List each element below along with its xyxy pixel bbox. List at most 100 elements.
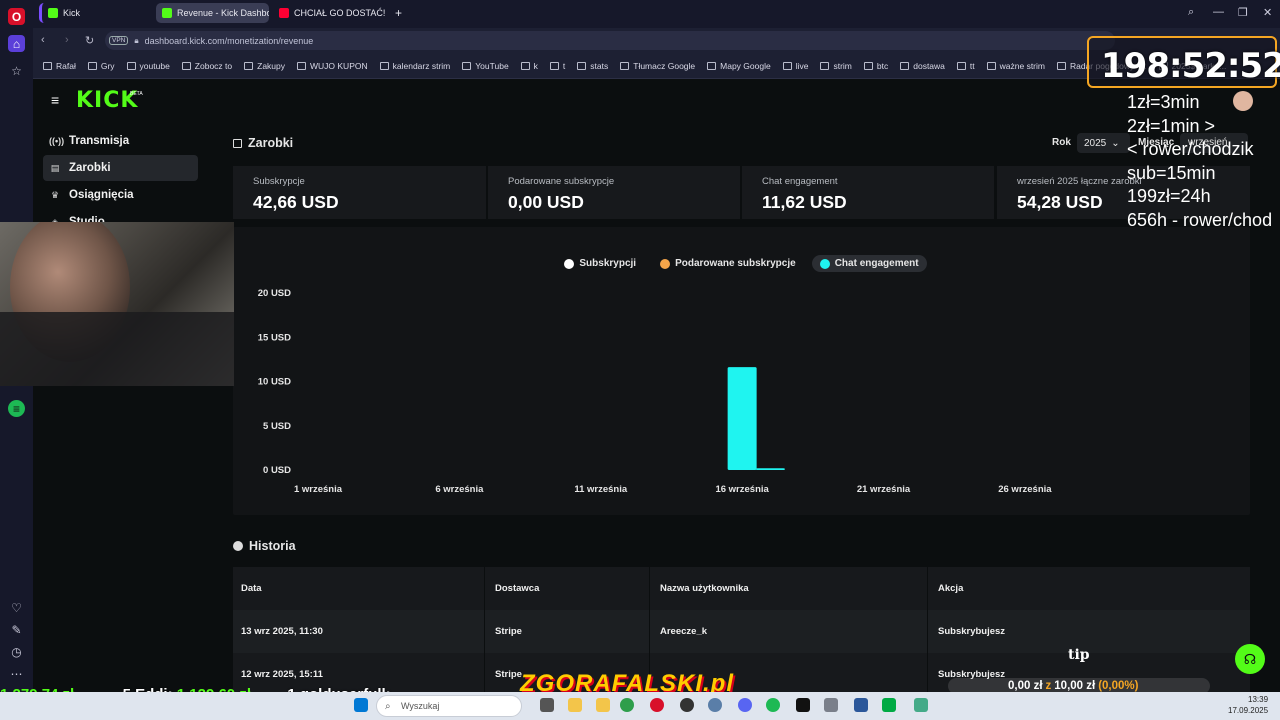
sidebar-item-osiagniecia[interactable]: ♛ Osiągnięcia xyxy=(43,182,198,208)
legend-dot-icon xyxy=(660,258,671,269)
minimize-icon[interactable]: — xyxy=(1213,6,1224,18)
edit-icon[interactable]: ✎ xyxy=(8,621,25,638)
rule-line: 656h - rower/chod xyxy=(1127,209,1273,230)
bookmark-item[interactable]: dostawa xyxy=(900,61,945,71)
tab-kick[interactable]: Kick xyxy=(39,3,151,23)
url-field[interactable]: VPN 🔒︎ dashboard.kick.com/monetization/r… xyxy=(105,31,1115,50)
spotify-taskbar-icon[interactable] xyxy=(766,698,780,712)
year-select[interactable]: 2025 ⌄ xyxy=(1077,133,1130,153)
obs-icon[interactable] xyxy=(680,698,694,712)
vpn-badge[interactable]: VPN xyxy=(109,36,129,45)
y-tick-label: 20 USD xyxy=(258,288,291,299)
home-icon[interactable]: ⌂ xyxy=(8,35,25,52)
bookmark-item[interactable]: WUJO KUPON xyxy=(297,61,368,71)
forward-icon[interactable]: › xyxy=(65,34,69,46)
history-icon[interactable]: ◷ xyxy=(8,643,25,660)
calculator-icon[interactable] xyxy=(824,698,838,712)
maximize-icon[interactable]: ❐ xyxy=(1238,6,1248,19)
back-icon[interactable]: ‹ xyxy=(41,34,45,46)
bookmark-item[interactable]: Tłumacz Google xyxy=(620,61,695,71)
steam-icon[interactable] xyxy=(708,698,722,712)
more-icon[interactable]: ⋯ xyxy=(8,665,25,682)
bookmark-item[interactable]: live xyxy=(782,61,808,71)
app-icon[interactable] xyxy=(796,698,810,712)
bookmark-item[interactable]: ważne strim xyxy=(986,61,1045,71)
folder-icon xyxy=(577,61,587,70)
app-icon[interactable] xyxy=(854,698,868,712)
bookmark-item[interactable]: strim xyxy=(820,61,852,71)
rule-line: 1zł=3min xyxy=(1127,92,1200,112)
streamer-body xyxy=(0,312,234,386)
table-row[interactable]: 13 wrz 2025, 11:30 Stripe Areecze_k Subs… xyxy=(233,610,1250,653)
reload-icon[interactable]: ↻ xyxy=(85,34,94,47)
stat-card-chat-engagement: Chat engagement 11,62 USD xyxy=(742,166,994,219)
legend-subskrypcji[interactable]: Subskrypcji xyxy=(556,255,644,272)
kick-favicon-icon xyxy=(162,8,172,18)
new-tab-button[interactable]: + xyxy=(389,3,407,23)
bookmark-item[interactable]: Zobocz to xyxy=(181,61,232,71)
rule-line: sub=15min xyxy=(1127,162,1216,183)
file-explorer-icon[interactable] xyxy=(568,698,582,712)
chart-legend: Subskrypcji Podarowane subskrypcje Chat … xyxy=(233,255,1250,272)
task-view-icon[interactable] xyxy=(540,698,554,712)
rule-line: 2zł=1min > xyxy=(1127,115,1216,136)
folder-icon xyxy=(379,61,389,70)
bookmark-item[interactable]: Gry xyxy=(87,61,115,71)
windows-start-icon[interactable] xyxy=(354,698,368,712)
search-tabs-icon[interactable]: ⌕ xyxy=(1188,6,1194,19)
bookmark-item[interactable]: Mapy Google xyxy=(707,61,771,71)
menu-icon[interactable]: ≡ xyxy=(51,93,63,107)
spotify-icon[interactable]: ≡ xyxy=(8,400,25,417)
app-icon[interactable] xyxy=(882,698,896,712)
bookmark-item[interactable]: Rafał xyxy=(43,61,76,71)
x-tick-label: 6 września xyxy=(435,484,484,495)
revenue-main: Zarobki Rok 2025 ⌄ Miesiąc wrzesień Subs… xyxy=(208,123,1280,696)
trophy-icon: ♛ xyxy=(50,189,60,200)
sidebar-item-zarobki[interactable]: ▤ Zarobki xyxy=(43,155,198,181)
timer-text: 198:52:52 xyxy=(1101,46,1280,86)
support-chat-icon[interactable]: ☊ xyxy=(1235,644,1265,674)
tab-revenue[interactable]: Revenue - Kick Dashboard xyxy=(156,3,269,23)
close-icon[interactable]: ✕ xyxy=(1263,6,1272,19)
bar-chat-engagement[interactable] xyxy=(755,468,785,470)
discord-icon[interactable] xyxy=(738,698,752,712)
opera-logo-icon[interactable]: O xyxy=(8,8,25,25)
column-header[interactable]: Akcja xyxy=(930,567,1250,610)
legend-chat-engagement[interactable]: Chat engagement xyxy=(811,255,927,272)
folder-icon xyxy=(87,61,97,70)
star-icon[interactable]: ☆ xyxy=(8,62,25,79)
bookmark-item[interactable]: tt xyxy=(956,61,975,71)
lock-icon: 🔒︎ xyxy=(134,35,139,45)
folder-icon[interactable] xyxy=(596,698,610,712)
section-title: Zarobki xyxy=(233,136,293,150)
tab-youtube[interactable]: CHCIAŁ GO DOSTAĆ! ZAP xyxy=(273,3,385,23)
y-tick-label: 10 USD xyxy=(258,377,291,388)
year-label: Rok xyxy=(1052,137,1071,148)
bookmark-item[interactable]: YouTube xyxy=(462,61,509,71)
legend-podarowane[interactable]: Podarowane subskrypcje xyxy=(652,255,804,272)
stat-card-subskrypcje: Subskrypcje 42,66 USD xyxy=(233,166,486,219)
bar-chat-engagement[interactable] xyxy=(727,367,757,470)
bookmark-item[interactable]: stats xyxy=(577,61,608,71)
bookmark-item[interactable]: youtube xyxy=(126,61,170,71)
folder-icon xyxy=(620,61,630,70)
bookmark-item[interactable]: k xyxy=(520,61,538,71)
taskbar-search[interactable]: ⌕ Wyszukaj xyxy=(376,695,522,717)
taskbar-clock[interactable]: 13:39 17.09.2025 xyxy=(1228,694,1268,716)
bookmark-item[interactable]: kalendarz strim xyxy=(379,61,450,71)
notepad-icon[interactable] xyxy=(914,698,928,712)
column-header[interactable]: Data xyxy=(233,567,485,610)
rule-line: 199zł=24h xyxy=(1127,186,1211,206)
folder-icon xyxy=(244,61,254,70)
bookmark-item[interactable]: t xyxy=(549,61,565,71)
column-header[interactable]: Dostawca xyxy=(487,567,650,610)
chrome-icon[interactable] xyxy=(620,698,634,712)
folder-icon xyxy=(956,61,966,70)
column-header[interactable]: Nazwa użytkownika xyxy=(652,567,928,610)
bookmark-item[interactable]: btc xyxy=(863,61,888,71)
heart-icon[interactable]: ♡ xyxy=(8,599,25,616)
sidebar-item-transmisja[interactable]: ((•)) Transmisja xyxy=(43,128,198,154)
opera-icon[interactable] xyxy=(650,698,664,712)
bookmark-item[interactable]: Zakupy xyxy=(244,61,285,71)
folder-icon xyxy=(986,61,996,70)
